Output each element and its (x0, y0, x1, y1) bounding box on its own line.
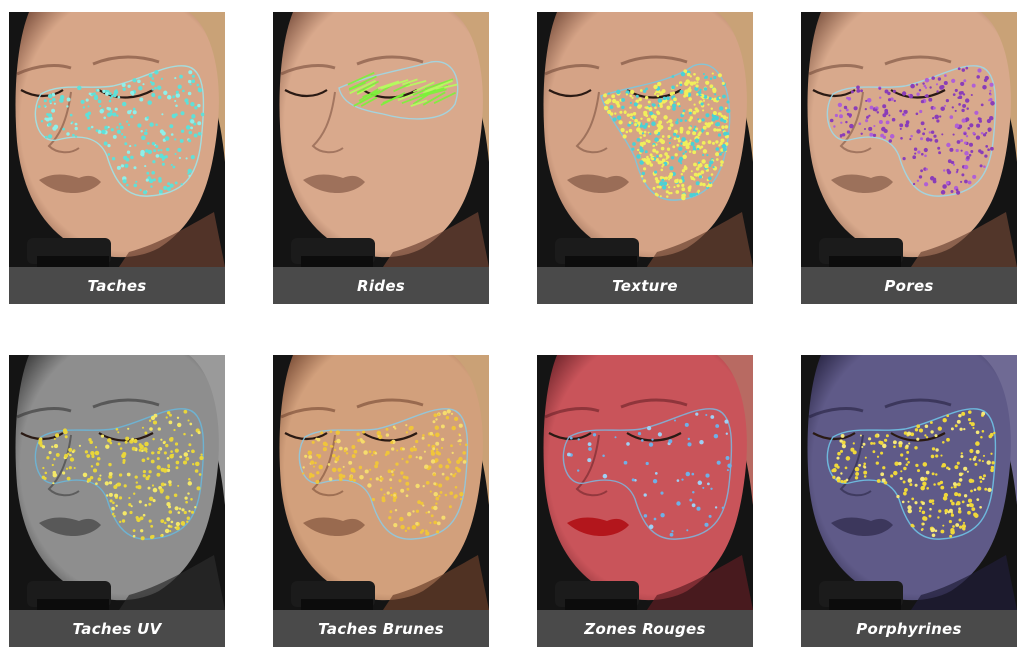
analysis-card[interactable]: Rides (273, 12, 489, 304)
face-photo (9, 12, 225, 267)
face-photo (801, 12, 1017, 267)
face-photo (537, 12, 753, 267)
analysis-card[interactable]: Texture (537, 12, 753, 304)
chin-rest-shape (819, 581, 903, 610)
face-shape (279, 12, 483, 258)
chin-rest-shape (819, 238, 903, 267)
analysis-card[interactable]: Porphyrines (801, 355, 1017, 647)
analysis-card[interactable]: Taches UV (9, 355, 225, 647)
analysis-card[interactable]: Zones Rouges (537, 355, 753, 647)
analysis-label: Porphyrines (801, 610, 1017, 647)
analysis-label: Zones Rouges (537, 610, 753, 647)
analysis-card[interactable]: Taches (9, 12, 225, 304)
analysis-label: Rides (273, 267, 489, 304)
analysis-card[interactable]: Pores (801, 12, 1017, 304)
analysis-label: Pores (801, 267, 1017, 304)
face-photo (273, 12, 489, 267)
analysis-label: Taches Brunes (273, 610, 489, 647)
analysis-label: Taches UV (9, 610, 225, 647)
chin-rest-shape (27, 581, 111, 610)
face-photo (273, 355, 489, 610)
face-photo (801, 355, 1017, 610)
face-shape (807, 12, 1011, 258)
analysis-label: Texture (537, 267, 753, 304)
face-photo (537, 355, 753, 610)
chin-rest-shape (555, 238, 639, 267)
face-shape (543, 355, 747, 601)
chin-rest-shape (291, 581, 375, 610)
face-shape (15, 12, 219, 258)
chin-rest-shape (291, 238, 375, 267)
chin-rest-shape (27, 238, 111, 267)
face-photo (9, 355, 225, 610)
analysis-card[interactable]: Taches Brunes (273, 355, 489, 647)
chin-rest-shape (555, 581, 639, 610)
analysis-label: Taches (9, 267, 225, 304)
